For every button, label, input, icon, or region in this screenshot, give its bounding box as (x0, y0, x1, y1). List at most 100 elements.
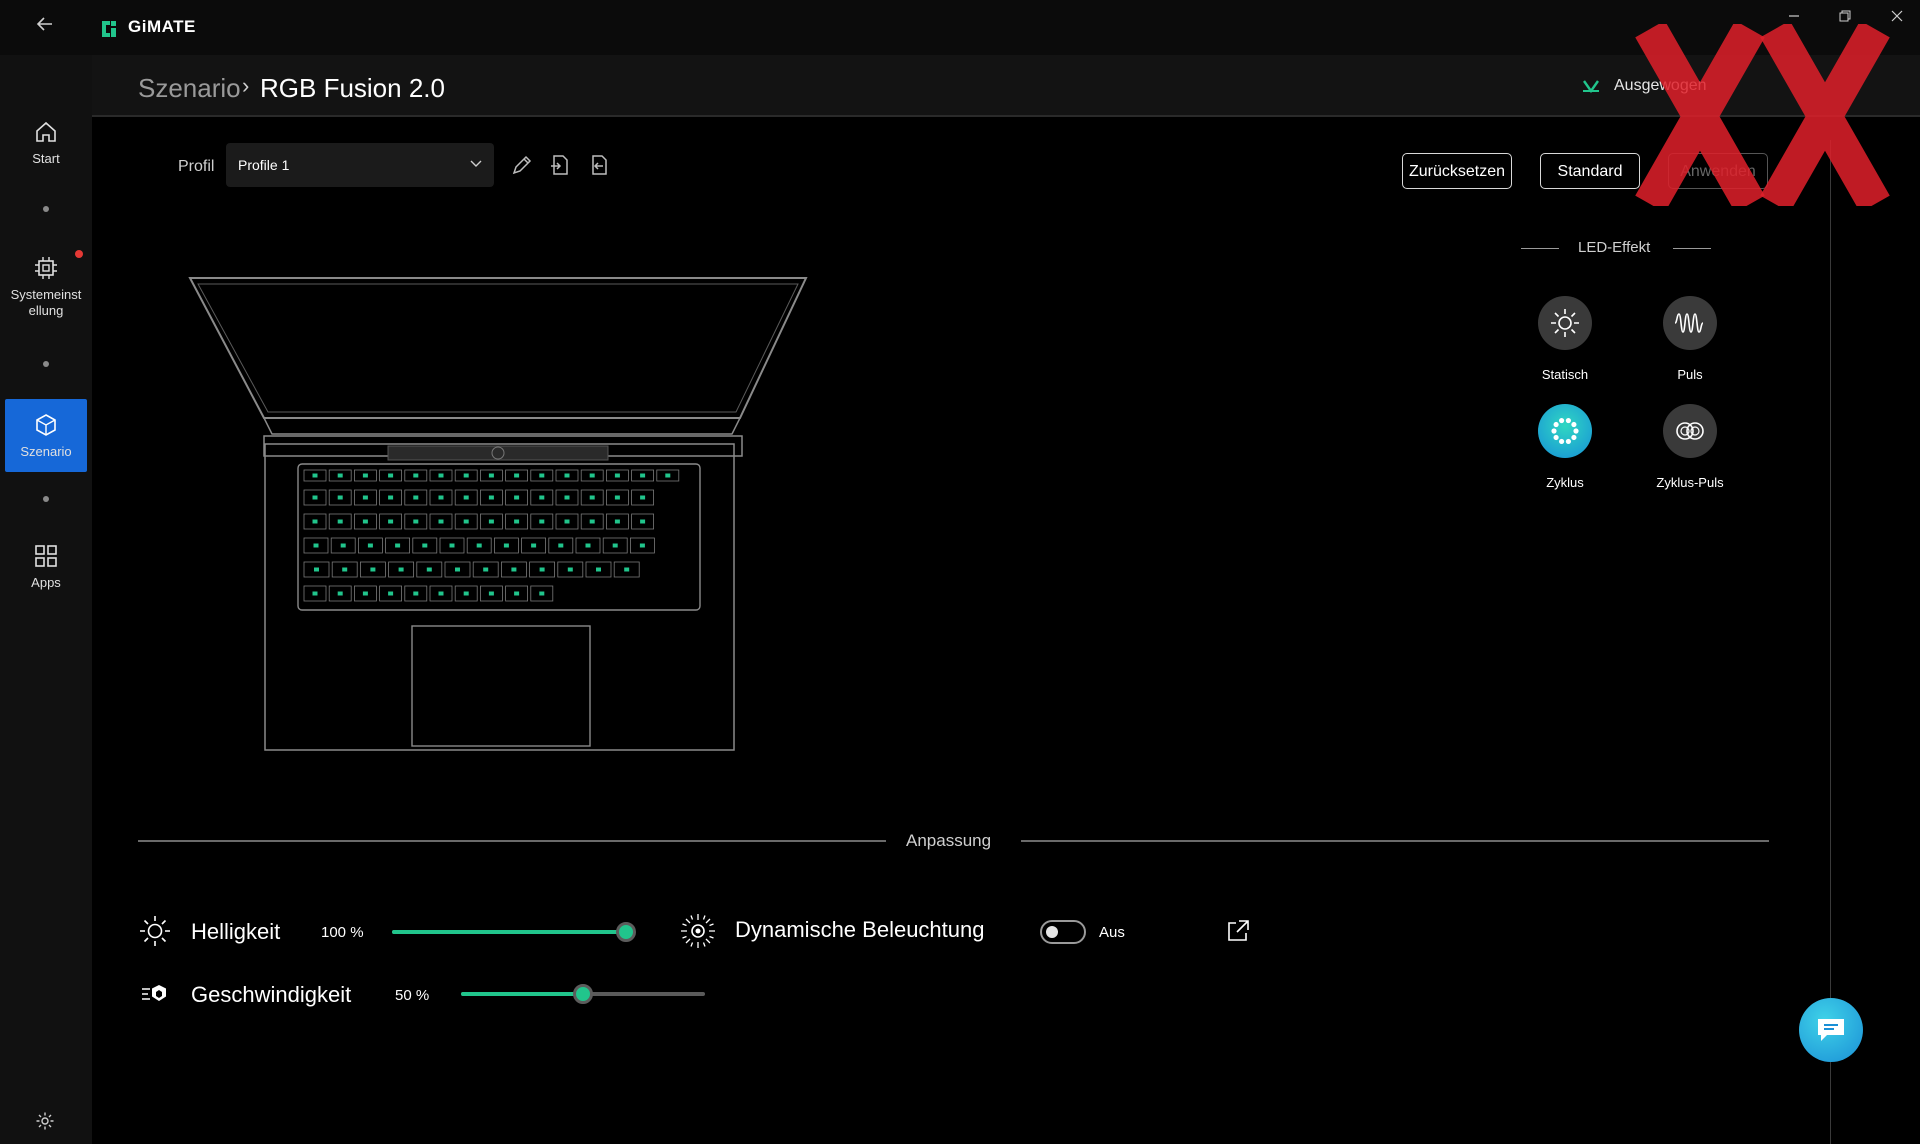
profile-select[interactable]: Profile 1 (226, 143, 494, 187)
key-led (488, 591, 494, 596)
brightness-slider-fill (392, 930, 626, 934)
cycle-dot (1571, 421, 1577, 428)
key-led (589, 519, 595, 524)
sun-icon (1538, 296, 1592, 350)
reset-button[interactable]: Zurücksetzen (1402, 153, 1512, 189)
key-led (438, 519, 444, 524)
nav-separator-dot (43, 361, 49, 367)
key-led (337, 495, 343, 500)
key-led (388, 591, 394, 596)
chat-button[interactable] (1799, 998, 1863, 1062)
key-led (596, 567, 601, 572)
cycle-icon (1538, 404, 1592, 458)
cycle-dot (1551, 428, 1557, 434)
cycle-dot (1573, 428, 1579, 434)
brightness-slider[interactable] (392, 922, 636, 942)
key-led (488, 495, 494, 500)
home-icon (36, 121, 56, 142)
effect-cycle[interactable]: Zyklus (1505, 404, 1625, 490)
key-led (539, 495, 545, 500)
breadcrumb-parent[interactable]: Szenario (138, 73, 241, 104)
cycle-dot (1553, 434, 1559, 441)
restore-icon (1839, 10, 1851, 22)
key-led (455, 567, 460, 572)
speed-slider[interactable] (461, 984, 705, 1004)
nav-separator-dot (43, 206, 49, 212)
key-led (313, 543, 319, 548)
effect-cycle-pulse[interactable]: Zyklus-Puls (1630, 404, 1750, 490)
back-button[interactable] (30, 14, 60, 40)
export-icon[interactable] (547, 152, 573, 178)
speed-slider-fill (461, 992, 583, 996)
key-led (413, 495, 419, 500)
app-name: GiMATE (128, 17, 196, 36)
key-led (362, 519, 368, 524)
default-button[interactable]: Standard (1540, 153, 1640, 189)
wave-icon (1663, 296, 1717, 350)
dynamic-lighting-state: Aus (1099, 924, 1125, 941)
key-led (398, 567, 404, 572)
key-led (539, 519, 545, 524)
key-led (639, 543, 645, 548)
performance-mode-icon (1583, 80, 1599, 94)
chevron-down-icon (470, 160, 482, 167)
key-led (362, 495, 368, 500)
import-icon[interactable] (586, 152, 612, 178)
key-led (476, 543, 482, 548)
key-led (362, 591, 368, 596)
customization-title: Anpassung (906, 831, 992, 850)
effect-static[interactable]: Statisch (1505, 296, 1625, 382)
sidebar-item-start[interactable]: Start (5, 119, 87, 189)
key-led (312, 495, 318, 500)
sidebar-item-label: Apps (31, 575, 61, 590)
key-led (564, 519, 570, 524)
toggle-knob (1046, 926, 1058, 938)
sidebar-item-systemeinstellung[interactable]: Systemeinst ellung (5, 255, 87, 345)
key-led (640, 519, 646, 524)
dynamic-lighting-label: Dynamische Beleuchtung (735, 917, 985, 942)
breadcrumb-separator: › (242, 73, 250, 98)
key-led (640, 473, 646, 478)
gimate-logo-icon (102, 21, 116, 37)
key-led (585, 543, 591, 548)
key-led (589, 495, 595, 500)
chip-icon (35, 257, 57, 279)
dynamic-lighting-toggle[interactable] (1040, 920, 1086, 944)
grid-icon (35, 545, 57, 567)
key-led (558, 543, 564, 548)
key-led (463, 495, 469, 500)
key-led (564, 473, 570, 478)
scrollbar-track[interactable] (1830, 140, 1831, 1144)
key-led (614, 519, 620, 524)
key-led (463, 519, 469, 524)
sidebar-item-label: Start (32, 151, 60, 166)
key-led (413, 519, 419, 524)
key-led (413, 591, 419, 596)
key-led (511, 567, 517, 572)
sidebar-item-apps[interactable]: Apps (5, 543, 87, 613)
edit-icon[interactable] (509, 152, 535, 178)
sidebar-item-szenario[interactable]: Szenario (5, 399, 87, 472)
brightness-value: 100 % (321, 924, 364, 941)
profile-select-value: Profile 1 (238, 157, 290, 173)
key-led (514, 473, 520, 478)
watermark-logo (1635, 24, 1890, 206)
key-led (422, 543, 428, 548)
key-led (312, 473, 318, 478)
key-led (449, 543, 455, 548)
key-led (514, 519, 520, 524)
settings-button[interactable] (35, 1111, 57, 1133)
key-led (503, 543, 509, 548)
key-led (483, 567, 489, 572)
speed-slider-thumb[interactable] (573, 984, 593, 1004)
effect-pulse[interactable]: Puls (1630, 296, 1750, 382)
speed-value: 50 % (395, 987, 430, 1004)
external-link-icon[interactable] (1225, 918, 1251, 944)
key-led (370, 567, 376, 572)
led-effect-title: LED-Effekt (1578, 239, 1651, 256)
key-led (362, 473, 368, 478)
brightness-slider-thumb[interactable] (616, 922, 636, 942)
key-led (589, 473, 595, 478)
key-led (413, 473, 419, 478)
key-led (488, 519, 494, 524)
